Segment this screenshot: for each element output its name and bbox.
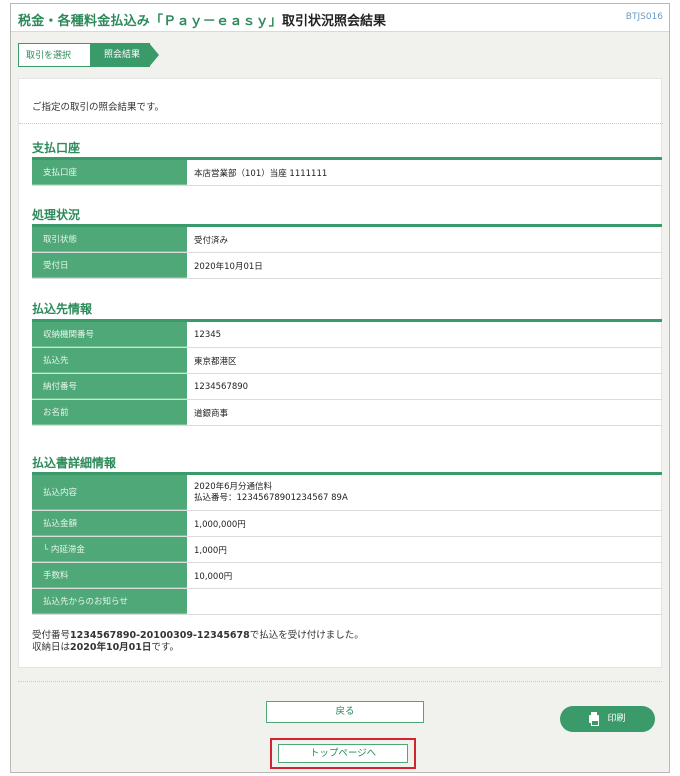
row-fee: 手数料 10,000円 — [32, 563, 662, 589]
row-label: └ 内延滞金 — [32, 537, 187, 562]
row-institution-number: 収納機関番号 12345 — [32, 322, 662, 348]
row-value: 本店営業部（101）当座 1111111 — [194, 168, 328, 179]
row-label: お名前 — [32, 400, 187, 425]
row-label: 払込金額 — [32, 511, 187, 536]
step-arrow-icon — [149, 43, 159, 67]
title-bar: 税金・各種料金払込み「Ｐａｙ－ｅａｓｙ」 取引状況照会結果 BTJS016 — [11, 4, 669, 32]
top-page-highlight: トップページへ — [270, 738, 416, 769]
row-label: 払込先からのお知らせ — [32, 589, 187, 614]
step-inquiry-result: 照会結果 — [90, 43, 150, 67]
completion-note: 受付番号1234567890-20100309-12345678で払込を受け付け… — [32, 630, 364, 654]
divider — [19, 123, 663, 124]
row-value — [187, 589, 662, 614]
row-payment-content: 払込内容 2020年6月分通信料 払込番号：12345678901234567 … — [32, 475, 662, 511]
row-label: 納付番号 — [32, 374, 187, 399]
window-frame: 税金・各種料金払込み「Ｐａｙ－ｅａｓｙ」 取引状況照会結果 BTJS016 取引… — [10, 3, 670, 773]
row-value: 1,000円 — [194, 545, 227, 556]
row-received-date: 受付日 2020年10月01日 — [32, 253, 662, 279]
section-title-processing-status: 処理状況 — [32, 208, 81, 222]
back-button[interactable]: 戻る — [266, 701, 424, 723]
row-payment-account: 支払口座 本店営業部（101）当座 1111111 — [32, 160, 662, 186]
row-label: 払込先 — [32, 348, 187, 373]
print-label: 印刷 — [607, 714, 626, 724]
row-label: 支払口座 — [32, 160, 187, 185]
row-value: 2020年10月01日 — [194, 261, 263, 272]
receipt-number: 1234567890-20100309-12345678 — [70, 630, 250, 641]
date-suffix: です。 — [151, 642, 179, 653]
note-suffix: で払込を受け付けました。 — [249, 630, 364, 641]
row-payee-notice: 払込先からのお知らせ — [32, 589, 662, 615]
note-prefix: 受付番号 — [32, 630, 71, 641]
app-title: 税金・各種料金払込み「Ｐａｙ－ｅａｓｙ」 — [18, 14, 283, 29]
row-value: 東京都港区 — [194, 356, 237, 367]
row-label: 払込内容 — [32, 475, 187, 510]
intro-text: ご指定の取引の照会結果です。 — [32, 102, 165, 113]
section-title-payment-detail: 払込書詳細情報 — [32, 456, 117, 470]
row-value: 10,000円 — [194, 571, 233, 582]
row-value: 12345 — [194, 329, 222, 340]
top-page-button[interactable]: トップページへ — [278, 744, 408, 763]
row-value: 2020年6月分通信料 払込番号：12345678901234567 89A — [187, 475, 662, 510]
payment-content-line2: 払込番号：12345678901234567 89A — [194, 492, 348, 503]
row-value: 1234567890 — [194, 381, 249, 392]
row-label: 手数料 — [32, 563, 187, 588]
payment-content-line1: 2020年6月分通信料 — [194, 481, 273, 492]
step-select-transaction: 取引を選択 — [18, 43, 96, 67]
date-prefix: 収納日は — [32, 642, 71, 653]
receipt-line: 受付番号1234567890-20100309-12345678で払込を受け付け… — [32, 630, 364, 642]
printer-icon — [589, 711, 600, 726]
result-panel: ご指定の取引の照会結果です。 支払口座 支払口座 本店営業部（101）当座 11… — [18, 78, 663, 668]
row-payee: 払込先 東京都港区 — [32, 348, 662, 374]
row-late-fee: └ 内延滞金 1,000円 — [32, 537, 662, 563]
row-transaction-status: 取引状態 受付済み — [32, 227, 662, 253]
row-label: 収納機関番号 — [32, 322, 187, 347]
date-line: 収納日は2020年10月01日です。 — [32, 642, 364, 654]
receipt-date: 2020年10月01日 — [70, 642, 152, 653]
row-value: 1,000,000円 — [194, 519, 246, 530]
section-title-payee-info: 払込先情報 — [32, 302, 93, 316]
row-label: 取引状態 — [32, 227, 187, 252]
row-name: お名前 道銀商事 — [32, 400, 662, 426]
divider — [18, 681, 662, 682]
row-value: 受付済み — [194, 235, 229, 246]
row-payment-number: 納付番号 1234567890 — [32, 374, 662, 400]
print-button[interactable]: 印刷 — [560, 706, 655, 732]
screen-id: BTJS016 — [625, 12, 663, 22]
page-title: 取引状況照会結果 — [282, 14, 387, 29]
section-title-payment-account: 支払口座 — [32, 141, 81, 155]
row-payment-amount: 払込金額 1,000,000円 — [32, 511, 662, 537]
row-value: 道銀商事 — [194, 408, 229, 419]
row-label: 受付日 — [32, 253, 187, 278]
